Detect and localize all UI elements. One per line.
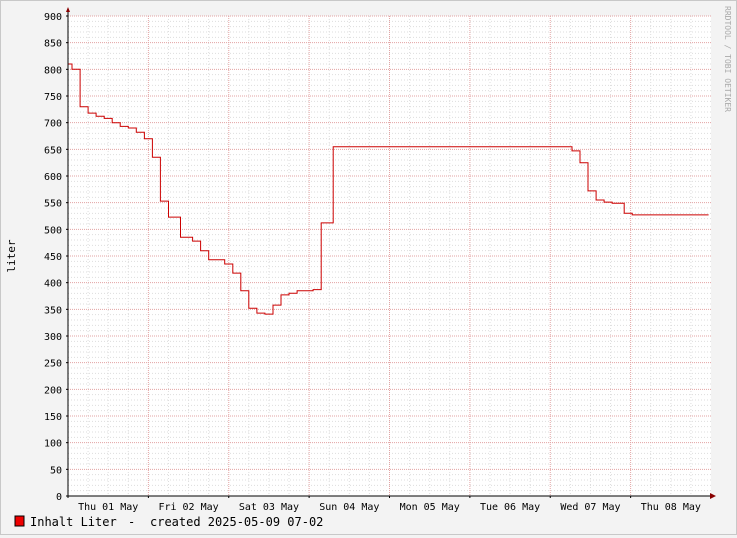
y-tick-label: 350 [44, 305, 62, 316]
y-tick-label: 800 [44, 65, 62, 76]
x-tick-label: Sun 04 May [319, 502, 379, 513]
y-axis-arrow [66, 7, 70, 12]
x-tick-label: Wed 07 May [560, 502, 620, 513]
y-tick-label: 50 [50, 465, 62, 476]
y-tick-label: 400 [44, 279, 62, 290]
legend-swatch [14, 515, 25, 527]
y-tick-label: 100 [44, 439, 62, 450]
x-tick-label: Mon 05 May [400, 502, 460, 513]
x-tick-label: Fri 02 May [158, 502, 218, 513]
y-tick-label: 700 [44, 119, 62, 130]
y-tick-label: 550 [44, 199, 62, 210]
x-axis-arrow [710, 493, 716, 499]
chart-frame: 0 50 100 150 200 250 300 350 400 450 500 550 600 650 7… [0, 0, 737, 535]
y-tick-label: 850 [44, 39, 62, 50]
y-tick-label: 750 [44, 92, 62, 103]
x-tick-label: Sat 03 May [239, 502, 299, 513]
y-tick-label: 200 [44, 385, 62, 396]
y-tick-label: 650 [44, 145, 62, 156]
chart-svg: 0 50 100 150 200 250 300 350 400 450 500 550 600 650 7… [5, 6, 732, 529]
x-tick-label: Tue 06 May [480, 502, 540, 513]
watermark: RRDTOOL / TOBI OETIKER [723, 6, 732, 112]
legend-created-text: created 2025-05-09 07-02 [150, 515, 323, 529]
y-tick-label: 150 [44, 412, 62, 423]
y-tick-label: 900 [44, 12, 62, 23]
x-tick-label: Thu 01 May [78, 502, 138, 513]
y-tick-label: 600 [44, 172, 62, 183]
y-tick-label: 0 [56, 492, 62, 503]
y-tick-label: 500 [44, 225, 62, 236]
y-tick-label: 300 [44, 332, 62, 343]
x-tick-labels: Thu 01 May Fri 02 May Sat 03 May Sun 04 May… [67, 496, 701, 513]
x-tick-label: Thu 08 May [641, 502, 701, 513]
y-tick-labels: 0 50 100 150 200 250 300 350 400 450 500 550 600 650 7… [44, 12, 68, 503]
y-axis-label: liter [5, 239, 18, 272]
legend-separator: - [128, 515, 135, 529]
legend-series-name: Inhalt Liter [30, 515, 117, 529]
y-tick-label: 250 [44, 359, 62, 370]
y-tick-label: 450 [44, 252, 62, 263]
